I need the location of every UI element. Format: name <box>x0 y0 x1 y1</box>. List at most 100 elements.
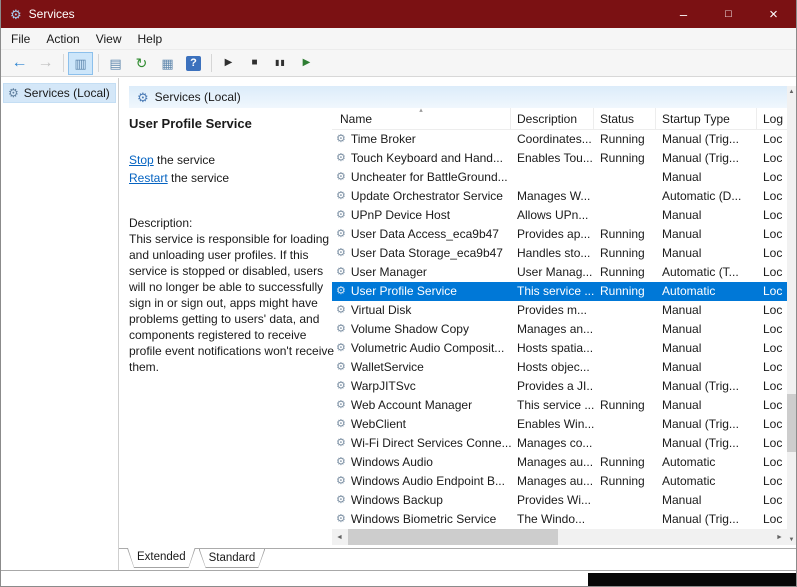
service-startup-type-cell: Manual <box>662 360 702 374</box>
services-window: ⚙ Services – □ × File Action View Help ← → ▥ ▤… <box>0 0 797 587</box>
service-name: Windows Backup <box>350 493 443 507</box>
column-header-log[interactable]: Log <box>757 108 787 129</box>
horizontal-scrollbar[interactable]: ◄ ► <box>332 529 787 545</box>
column-header-label: Log <box>763 111 784 126</box>
menu-help[interactable]: Help <box>130 29 171 49</box>
vertical-scroll-thumb[interactable] <box>787 393 796 452</box>
service-gear-icon: ⚙ <box>336 133 346 145</box>
vertical-scrollbar[interactable]: ▲ ▼ <box>787 86 796 545</box>
service-description-cell: Manages W... <box>517 189 591 203</box>
menu-file[interactable]: File <box>3 29 38 49</box>
table-row[interactable]: ⚙ Windows Audio Endpoint B... Manages au..… <box>332 472 787 491</box>
table-row[interactable]: ⚙ Update Orchestrator Service Manages W...… <box>332 187 787 206</box>
service-name-cell: ⚙ User Data Storage_eca9b47 <box>332 244 511 263</box>
table-row[interactable]: ⚙ Volume Shadow Copy Manages an... Manual Lo… <box>332 320 787 339</box>
pause-service-button[interactable]: ▮▮ <box>268 52 293 75</box>
service-name: Volume Shadow Copy <box>350 322 469 336</box>
service-startup-type-cell: Manual <box>662 246 702 260</box>
service-description-cell: Coordinates... <box>517 132 592 146</box>
restart-service-link[interactable]: Restart <box>129 171 168 185</box>
service-description-cell: Hosts objec... <box>517 360 590 374</box>
scroll-left-button[interactable]: ◄ <box>332 529 347 545</box>
table-row[interactable]: ⚙ Web Account Manager This service ... Runn… <box>332 396 787 415</box>
services-icon: ⚙ <box>137 89 149 105</box>
table-row[interactable]: ⚙ Touch Keyboard and Hand... Enables Tou..… <box>332 149 787 168</box>
table-row[interactable]: ⚙ Volumetric Audio Composit... Hosts spati… <box>332 339 787 358</box>
table-row[interactable]: ⚙ WalletService Hosts objec... Manual Loc <box>332 358 787 377</box>
toolbar-separator <box>211 54 212 72</box>
service-name-cell: ⚙ Touch Keyboard and Hand... <box>332 149 511 168</box>
service-gear-icon: ⚙ <box>336 209 346 221</box>
maximize-button[interactable]: □ <box>706 0 751 28</box>
service-name: User Manager <box>350 265 427 279</box>
tree-item-services-local[interactable]: ⚙ Services (Local) <box>3 83 116 103</box>
help-button[interactable]: ? <box>181 52 206 75</box>
menu-action[interactable]: Action <box>38 29 87 49</box>
show-hide-console-tree-button[interactable]: ▥ <box>68 51 93 75</box>
start-service-button[interactable]: ▶ <box>216 52 241 75</box>
service-status-cell: Running <box>600 151 645 165</box>
restart-service-button[interactable]: ▶ <box>294 52 319 75</box>
minimize-button[interactable]: – <box>661 0 706 28</box>
properties-button[interactable]: ▤ <box>103 52 128 75</box>
tab-standard[interactable]: Standard <box>199 549 266 568</box>
forward-icon: → <box>37 54 54 71</box>
forward-button[interactable]: → <box>33 52 58 75</box>
console-tree-pane: ⚙ Services (Local) <box>1 78 119 570</box>
service-status-cell: Running <box>600 398 645 412</box>
refresh-button[interactable]: ↻ <box>129 52 154 75</box>
stop-service-link[interactable]: Stop <box>129 153 154 167</box>
service-logon-cell: Loc <box>763 322 783 336</box>
service-status-cell <box>594 206 656 225</box>
service-description-cell: Manages au... <box>517 474 594 488</box>
service-logon-cell: Loc <box>763 170 783 184</box>
start-service-icon: ▶ <box>224 57 233 68</box>
service-name: Windows Audio Endpoint B... <box>350 474 505 488</box>
table-row[interactable]: ⚙ User Manager User Manag... Running Automat… <box>332 263 787 282</box>
stop-service-button[interactable]: ■ <box>242 52 267 75</box>
close-button[interactable]: × <box>751 0 796 28</box>
service-status-cell: Running <box>600 284 645 298</box>
table-header: Name ▴ Description Status Startup Type Log <box>332 107 787 130</box>
service-name: Wi-Fi Direct Services Conne... <box>350 436 511 450</box>
export-list-button[interactable]: ▦ <box>155 52 180 75</box>
title-bar: ⚙ Services – □ × <box>1 0 796 28</box>
table-row[interactable]: ⚙ Windows Audio Manages au... Running Automa… <box>332 453 787 472</box>
table-row[interactable]: ⚙ Uncheater for BattleGround... Manual Loc <box>332 168 787 187</box>
table-row[interactable]: ⚙ Windows Backup Provides Wi... Manual Loc <box>332 491 787 510</box>
table-row[interactable]: ⚙ User Data Access_eca9b47 Provides ap... R… <box>332 225 787 244</box>
tree-item-label: Services (Local) <box>23 86 110 100</box>
scroll-up-button[interactable]: ▲ <box>787 86 796 97</box>
table-row[interactable]: ⚙ Windows Biometric Service The Windo... Ma… <box>332 510 787 529</box>
service-startup-type-cell: Automatic <box>662 284 716 298</box>
service-name-cell: ⚙ WarpJITSvc <box>332 377 511 396</box>
table-row[interactable]: ⚙ WarpJITSvc Provides a JI... Manual (Trig.… <box>332 377 787 396</box>
table-row[interactable]: ⚙ Virtual Disk Provides m... Manual Loc <box>332 301 787 320</box>
column-header-startup-type[interactable]: Startup Type <box>656 108 757 129</box>
stop-service-suffix: the service <box>153 153 216 167</box>
service-startup-type-cell: Manual (Trig... <box>662 151 739 165</box>
service-status-cell <box>594 168 656 187</box>
scroll-right-button[interactable]: ► <box>772 529 787 545</box>
column-header-status[interactable]: Status <box>594 108 656 129</box>
service-status-cell <box>594 187 656 206</box>
tab-extended[interactable]: Extended <box>127 548 196 568</box>
window-title: Services <box>28 7 75 21</box>
service-name-cell: ⚙ Uncheater for BattleGround... <box>332 168 511 187</box>
service-gear-icon: ⚙ <box>336 418 346 430</box>
menu-view[interactable]: View <box>88 29 130 49</box>
table-row[interactable]: ⚙ User Profile Service This service ... Run… <box>332 282 787 301</box>
column-header-description[interactable]: Description <box>511 108 594 129</box>
table-row[interactable]: ⚙ Wi-Fi Direct Services Conne... Manages c… <box>332 434 787 453</box>
service-description-block: Description: This service is responsible… <box>129 215 335 375</box>
back-button[interactable]: ← <box>7 52 32 75</box>
service-name-cell: ⚙ Volumetric Audio Composit... <box>332 339 511 358</box>
scroll-down-button[interactable]: ▼ <box>787 534 796 545</box>
column-header-name[interactable]: Name ▴ <box>332 107 511 129</box>
table-row[interactable]: ⚙ User Data Storage_eca9b47 Handles sto...… <box>332 244 787 263</box>
service-startup-type-cell: Manual <box>662 493 702 507</box>
table-row[interactable]: ⚙ UPnP Device Host Allows UPn... Manual Loc <box>332 206 787 225</box>
table-row[interactable]: ⚙ Time Broker Coordinates... Running Manual … <box>332 130 787 149</box>
horizontal-scroll-thumb[interactable] <box>348 529 558 545</box>
table-row[interactable]: ⚙ WebClient Enables Win... Manual (Trig... L… <box>332 415 787 434</box>
